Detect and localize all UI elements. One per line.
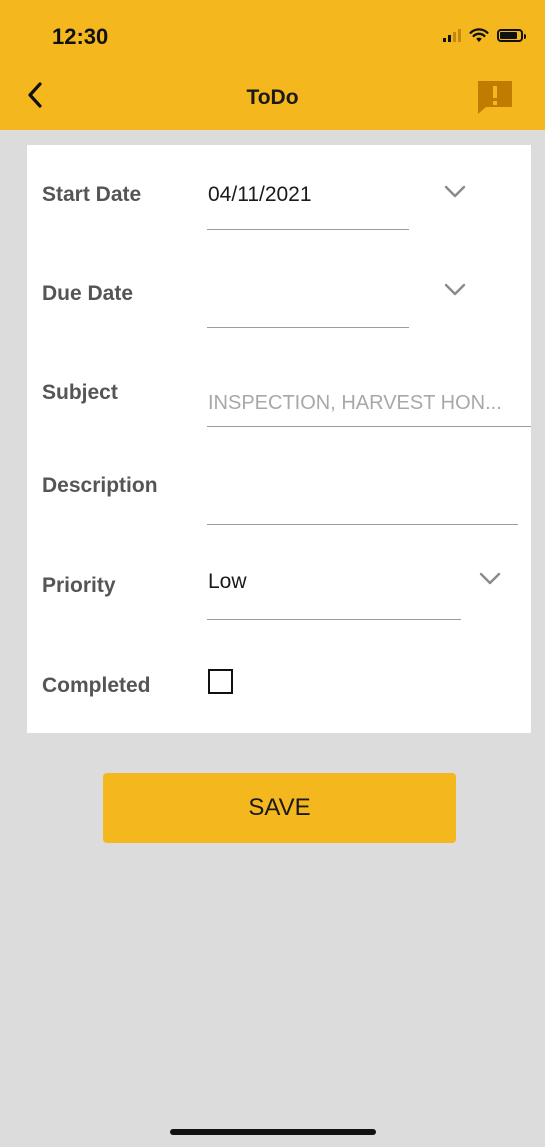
due-date-label: Due Date [42, 282, 134, 305]
subject-underline [207, 426, 531, 427]
save-button[interactable]: SAVE [103, 773, 456, 843]
wifi-icon [469, 27, 489, 42]
chevron-down-icon[interactable] [444, 185, 466, 199]
status-icons [443, 24, 526, 46]
description-input[interactable] [208, 474, 518, 500]
start-date-field[interactable]: 04/11/2021 [208, 183, 312, 207]
completed-checkbox[interactable] [208, 669, 233, 694]
priority-select[interactable]: Low [208, 570, 247, 594]
signal-icon [443, 28, 461, 42]
description-underline [207, 524, 518, 525]
completed-label: Completed [42, 674, 151, 697]
chevron-down-icon[interactable] [444, 283, 466, 297]
app-header: 12:30 ToDo [0, 0, 545, 130]
feedback-alert-icon [478, 81, 512, 114]
chevron-down-icon[interactable] [479, 572, 501, 586]
start-date-underline [207, 229, 409, 230]
todo-form-card: Start Date 04/11/2021 Due Date Subject I… [27, 145, 531, 733]
subject-input[interactable]: INSPECTION, HARVEST HON... [208, 392, 502, 415]
status-time: 12:30 [52, 24, 109, 49]
priority-underline [207, 619, 461, 620]
home-indicator [170, 1129, 376, 1135]
priority-label: Priority [42, 574, 116, 597]
subject-label: Subject [42, 381, 118, 404]
description-label: Description [42, 474, 158, 497]
battery-icon [497, 28, 526, 42]
start-date-label: Start Date [42, 183, 142, 206]
due-date-field[interactable] [208, 282, 408, 308]
page-title: ToDo [246, 86, 299, 109]
due-date-underline [207, 327, 409, 328]
feedback-button[interactable] [475, 78, 515, 116]
